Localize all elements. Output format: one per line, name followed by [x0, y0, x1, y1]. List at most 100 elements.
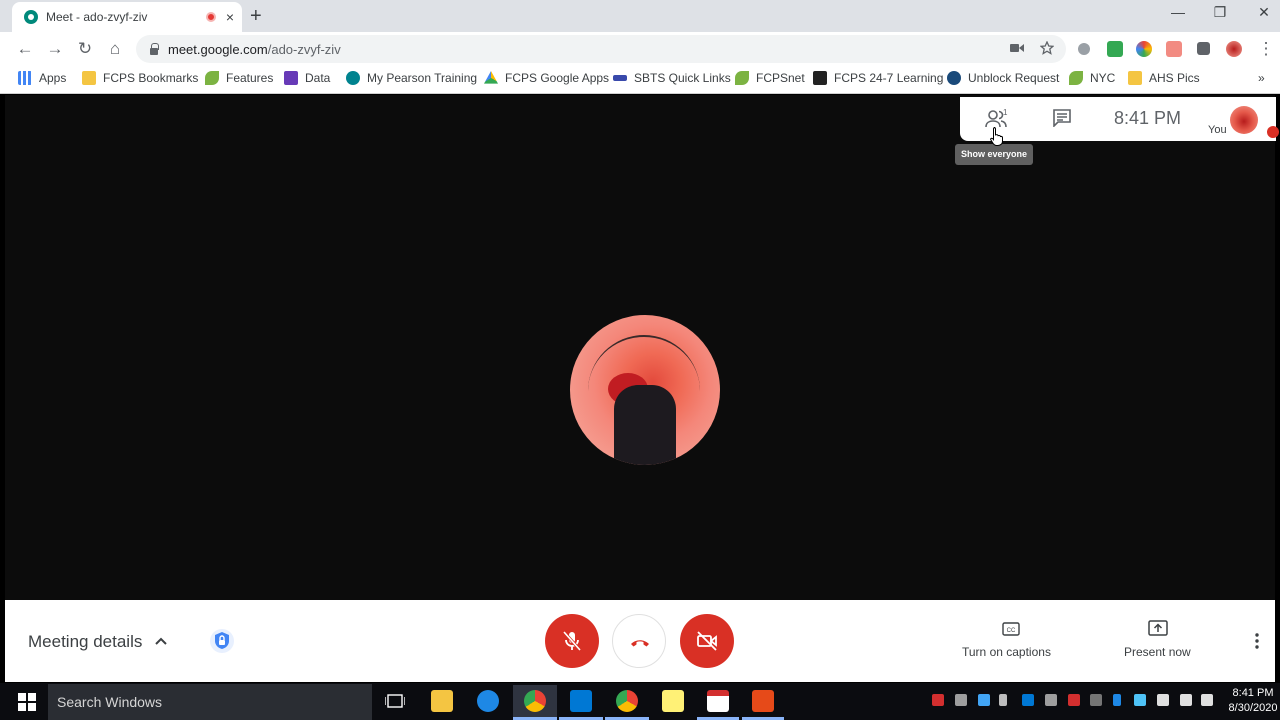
browser-menu-icon[interactable]: ⋮	[1255, 38, 1277, 60]
tray-monitor-two-icon[interactable]	[1045, 694, 1057, 706]
mic-muted-badge-icon	[1267, 126, 1279, 138]
address-bar[interactable]: meet.google.com/ado-zvyf-ziv	[136, 35, 1066, 63]
bookmark-sbts-quick-links[interactable]: SBTS Quick Links	[613, 71, 731, 85]
extension-green-icon[interactable]	[1107, 41, 1123, 57]
home-button[interactable]: ⌂	[104, 38, 126, 60]
bookmark-ahs-pics[interactable]: AHS Pics	[1128, 71, 1200, 85]
tab-close-icon[interactable]: ×	[226, 9, 234, 25]
new-tab-button[interactable]: +	[250, 6, 262, 26]
chevron-up-icon[interactable]	[155, 635, 167, 647]
captions-label[interactable]: Turn on captions	[962, 645, 1051, 659]
tray-monitor-icon[interactable]	[955, 694, 967, 706]
chrome-second-icon[interactable]	[616, 690, 638, 712]
bookmark-fcps-google-apps[interactable]: FCPS Google Apps	[484, 71, 609, 85]
extension-badge-icon[interactable]	[1166, 41, 1182, 57]
bookmark-fcpsnet[interactable]: FCPSnet	[735, 71, 805, 85]
bookmark-unblock-request[interactable]: Unblock Request	[947, 71, 1059, 85]
present-now-label[interactable]: Present now	[1124, 645, 1191, 659]
chat-icon[interactable]	[1052, 109, 1072, 127]
bookmark-apps[interactable]: Apps	[18, 71, 66, 85]
people-count: 1	[1003, 108, 1008, 117]
apps-grid-icon	[18, 71, 32, 85]
tray-wifi-icon[interactable]	[1180, 694, 1192, 706]
meet-favicon-icon	[24, 10, 38, 24]
folder-icon	[1128, 71, 1142, 85]
bookmark-features[interactable]: Features	[205, 71, 273, 85]
sticky-notes-icon[interactable]	[662, 690, 684, 712]
bookmark-data[interactable]: Data	[284, 71, 330, 85]
acrobat-icon[interactable]	[707, 690, 729, 712]
task-view-icon[interactable]	[385, 693, 405, 709]
url-host: meet.google.com	[168, 41, 268, 57]
profile-avatar[interactable]	[1226, 41, 1242, 57]
tray-app-icon[interactable]	[932, 694, 944, 706]
bookmark-label: SBTS Quick Links	[634, 71, 731, 85]
tray-shield-icon[interactable]	[1068, 694, 1080, 706]
bookmark-my-pearson-training[interactable]: My Pearson Training	[346, 71, 477, 85]
camera-indicator-icon[interactable]	[1010, 43, 1024, 53]
hand-cursor-icon	[990, 127, 1003, 146]
bookmark-label: FCPS Bookmarks	[103, 71, 199, 85]
tray-screen-icon[interactable]	[1134, 694, 1146, 706]
taskbar-clock[interactable]: 8:41 PM 8/30/2020	[1228, 686, 1278, 716]
taskbar-date: 8/30/2020	[1228, 702, 1278, 714]
screencast-app-icon[interactable]	[752, 690, 774, 712]
show-everyone-tooltip: Show everyone	[955, 144, 1033, 165]
tray-bluetooth-icon[interactable]	[1113, 694, 1121, 706]
windows-search-box[interactable]: Search Windows	[48, 684, 372, 720]
url-path: /ado-zvyf-ziv	[267, 41, 341, 57]
present-screen-icon[interactable]	[1148, 620, 1168, 638]
outlook-icon[interactable]	[570, 690, 592, 712]
minimize-button[interactable]: —	[1166, 4, 1190, 20]
tray-dropbox-icon[interactable]	[978, 694, 990, 706]
self-view-avatar[interactable]	[1230, 106, 1258, 134]
tray-outlook-icon[interactable]	[1022, 694, 1034, 706]
camera-toggle-button[interactable]	[680, 614, 734, 668]
back-button[interactable]: ←	[14, 38, 36, 60]
bookmark-nyc[interactable]: NYC	[1069, 71, 1115, 85]
leaf-icon	[735, 71, 749, 85]
leave-call-button[interactable]	[612, 614, 666, 668]
leaf-icon	[205, 71, 219, 85]
bookmark-label: My Pearson Training	[367, 71, 478, 85]
bookmark-star-icon[interactable]	[1040, 41, 1054, 55]
bookmark-label: FCPSnet	[756, 71, 805, 85]
internet-explorer-icon[interactable]	[477, 690, 499, 712]
browser-tab[interactable]: Meet - ado-zvyf-ziv ×	[12, 2, 242, 32]
extension-icon[interactable]	[1078, 43, 1090, 55]
window-close-button[interactable]: ✕	[1252, 4, 1276, 21]
extensions-puzzle-icon[interactable]	[1197, 42, 1210, 55]
tab-title: Meet - ado-zvyf-ziv	[46, 10, 148, 24]
forward-button[interactable]: →	[44, 38, 66, 60]
restore-button[interactable]: ❐	[1208, 4, 1232, 21]
you-label: You	[1208, 124, 1227, 136]
meeting-details-button[interactable]: Meeting details	[28, 632, 142, 652]
color-picker-extension-icon[interactable]	[1136, 41, 1152, 57]
bookmark-fcps-bookmarks[interactable]: FCPS Bookmarks	[82, 71, 198, 85]
forms-icon	[284, 71, 298, 85]
captions-icon[interactable]: CC	[1002, 622, 1020, 636]
windows-search-placeholder: Search Windows	[57, 694, 163, 710]
bookmark-label: Data	[305, 71, 331, 85]
shield-lock-icon[interactable]	[210, 628, 234, 654]
sbts-icon	[613, 75, 627, 81]
windows-start-icon[interactable]	[18, 693, 36, 711]
tray-network-off-icon[interactable]	[1090, 694, 1102, 706]
bookmarks-overflow-button[interactable]: »	[1258, 71, 1265, 85]
reload-button[interactable]: ↻	[74, 38, 96, 60]
meeting-clock: 8:41 PM	[1114, 108, 1182, 128]
microphone-toggle-button[interactable]	[545, 614, 599, 668]
tray-power-icon[interactable]	[1157, 694, 1169, 706]
camera-off-icon	[697, 631, 717, 651]
bookmark-label: Unblock Request	[968, 71, 1060, 85]
lock-icon	[150, 42, 159, 55]
chrome-taskbar-icon[interactable]	[524, 690, 546, 712]
tray-volume-icon[interactable]	[1201, 694, 1213, 706]
hang-up-icon	[631, 640, 649, 647]
more-options-icon[interactable]	[1250, 632, 1264, 650]
bookmark-fcps-24-7-learning[interactable]: FCPS 24-7 Learning	[813, 71, 943, 85]
bookmark-label: Features	[226, 71, 274, 85]
tray-dollar-icon[interactable]	[999, 694, 1007, 706]
file-explorer-icon[interactable]	[431, 690, 453, 712]
taskbar-time: 8:41 PM	[1232, 687, 1274, 699]
